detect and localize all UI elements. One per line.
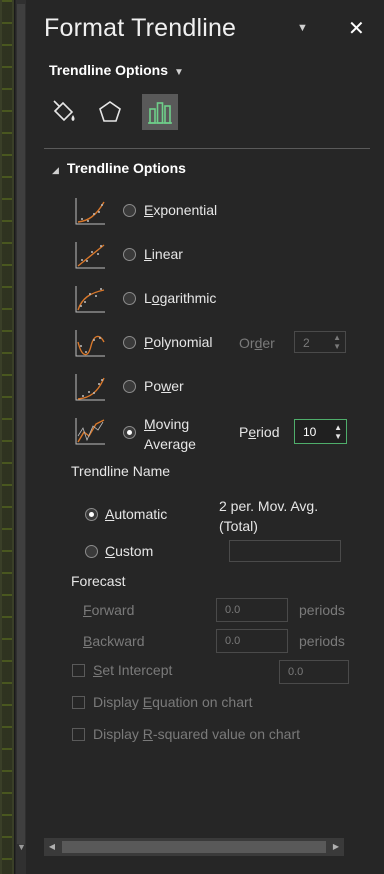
format-trendline-pane: Format Trendline ▼ ✕ Trendline Options ▼ … — [28, 0, 384, 874]
pentagon-icon — [99, 101, 121, 122]
automatic-name-radio[interactable] — [85, 508, 98, 521]
moving-average-label[interactable]: Moving Average — [144, 414, 196, 454]
forward-input[interactable]: 0.0 — [216, 598, 288, 622]
chevron-down-icon: ▼ — [174, 67, 184, 78]
automatic-name-label[interactable]: Automatic — [105, 506, 167, 522]
linear-label[interactable]: Linear — [144, 246, 183, 262]
power-radio[interactable] — [123, 380, 136, 393]
logarithmic-trend-icon — [75, 286, 105, 313]
collapse-triangle-icon: ◢ — [52, 165, 59, 175]
logarithmic-label[interactable]: Logarithmic — [144, 290, 216, 306]
forecast-heading: Forecast — [71, 573, 126, 589]
trendline-options-section-header[interactable]: ◢ Trendline Options — [52, 160, 186, 176]
intercept-input[interactable]: 0.0 — [279, 660, 349, 684]
tab-fill-line[interactable] — [46, 94, 82, 130]
set-intercept-label[interactable]: Set Intercept — [93, 662, 172, 678]
order-label: Order — [239, 335, 275, 351]
worksheet-vertical-scrollbar[interactable]: ▼ — [16, 0, 26, 874]
custom-name-radio[interactable] — [85, 545, 98, 558]
polynomial-label[interactable]: Polynomial — [144, 334, 212, 350]
pane-horizontal-scrollbar[interactable]: ◀ ▶ — [44, 838, 344, 856]
moving-average-trend-icon — [75, 418, 105, 445]
tab-effects[interactable] — [92, 94, 128, 130]
polynomial-radio[interactable] — [123, 336, 136, 349]
logarithmic-radio[interactable] — [123, 292, 136, 305]
scroll-left-arrow-icon[interactable]: ◀ — [44, 838, 60, 856]
exponential-label[interactable]: Exponential — [144, 202, 217, 218]
exponential-trend-icon — [75, 198, 105, 225]
worksheet-edge — [0, 0, 15, 874]
backward-input[interactable]: 0.0 — [216, 629, 288, 653]
forward-label: Forward — [83, 602, 135, 618]
pane-title: Format Trendline — [44, 14, 237, 42]
backward-label: Backward — [83, 633, 145, 649]
period-label: Period — [239, 424, 280, 440]
section-title: Trendline Options — [66, 160, 186, 176]
moving-average-radio[interactable] — [123, 426, 136, 439]
tab-trendline-options[interactable] — [142, 94, 178, 130]
stepper-arrows-icon[interactable]: ▲ ▼ — [334, 423, 342, 441]
custom-name-label[interactable]: Custom — [105, 543, 153, 559]
trendline-options-dropdown[interactable]: Trendline Options ▼ — [49, 62, 184, 78]
polynomial-trend-icon — [75, 330, 105, 357]
display-rsquared-checkbox[interactable] — [72, 728, 85, 741]
order-stepper[interactable]: 2 ▲ ▼ — [294, 331, 346, 353]
scrollbar-thumb[interactable] — [62, 841, 326, 853]
dropdown-label: Trendline Options — [49, 62, 169, 78]
power-label[interactable]: Power — [144, 378, 184, 394]
linear-trend-icon — [75, 242, 105, 269]
custom-name-input[interactable] — [229, 540, 341, 562]
period-value[interactable]: 10 — [303, 425, 316, 439]
bar-chart-icon — [148, 102, 172, 124]
paint-bucket-icon — [53, 100, 75, 122]
trendline-name-heading: Trendline Name — [71, 463, 171, 479]
scroll-down-arrow-icon[interactable]: ▼ — [17, 840, 26, 854]
order-value: 2 — [303, 336, 310, 350]
scroll-right-arrow-icon[interactable]: ▶ — [328, 838, 344, 856]
exponential-radio[interactable] — [123, 204, 136, 217]
period-stepper[interactable]: 10 ▲ ▼ — [294, 419, 347, 444]
stepper-arrows-icon[interactable]: ▲ ▼ — [333, 333, 341, 351]
scrollbar-thumb[interactable] — [17, 4, 25, 844]
pane-options-menu-icon[interactable]: ▼ — [297, 22, 308, 34]
set-intercept-checkbox[interactable] — [72, 664, 85, 677]
pane-divider — [44, 148, 370, 149]
power-trend-icon — [75, 374, 105, 401]
close-icon[interactable]: ✕ — [348, 16, 365, 41]
linear-radio[interactable] — [123, 248, 136, 261]
automatic-name-value: 2 per. Mov. Avg. (Total) — [219, 498, 319, 534]
display-rsquared-label[interactable]: Display R-squared value on chart — [93, 726, 300, 742]
backward-unit: periods — [299, 633, 345, 649]
display-equation-checkbox[interactable] — [72, 696, 85, 709]
forward-unit: periods — [299, 602, 345, 618]
display-equation-label[interactable]: Display Equation on chart — [93, 694, 253, 710]
